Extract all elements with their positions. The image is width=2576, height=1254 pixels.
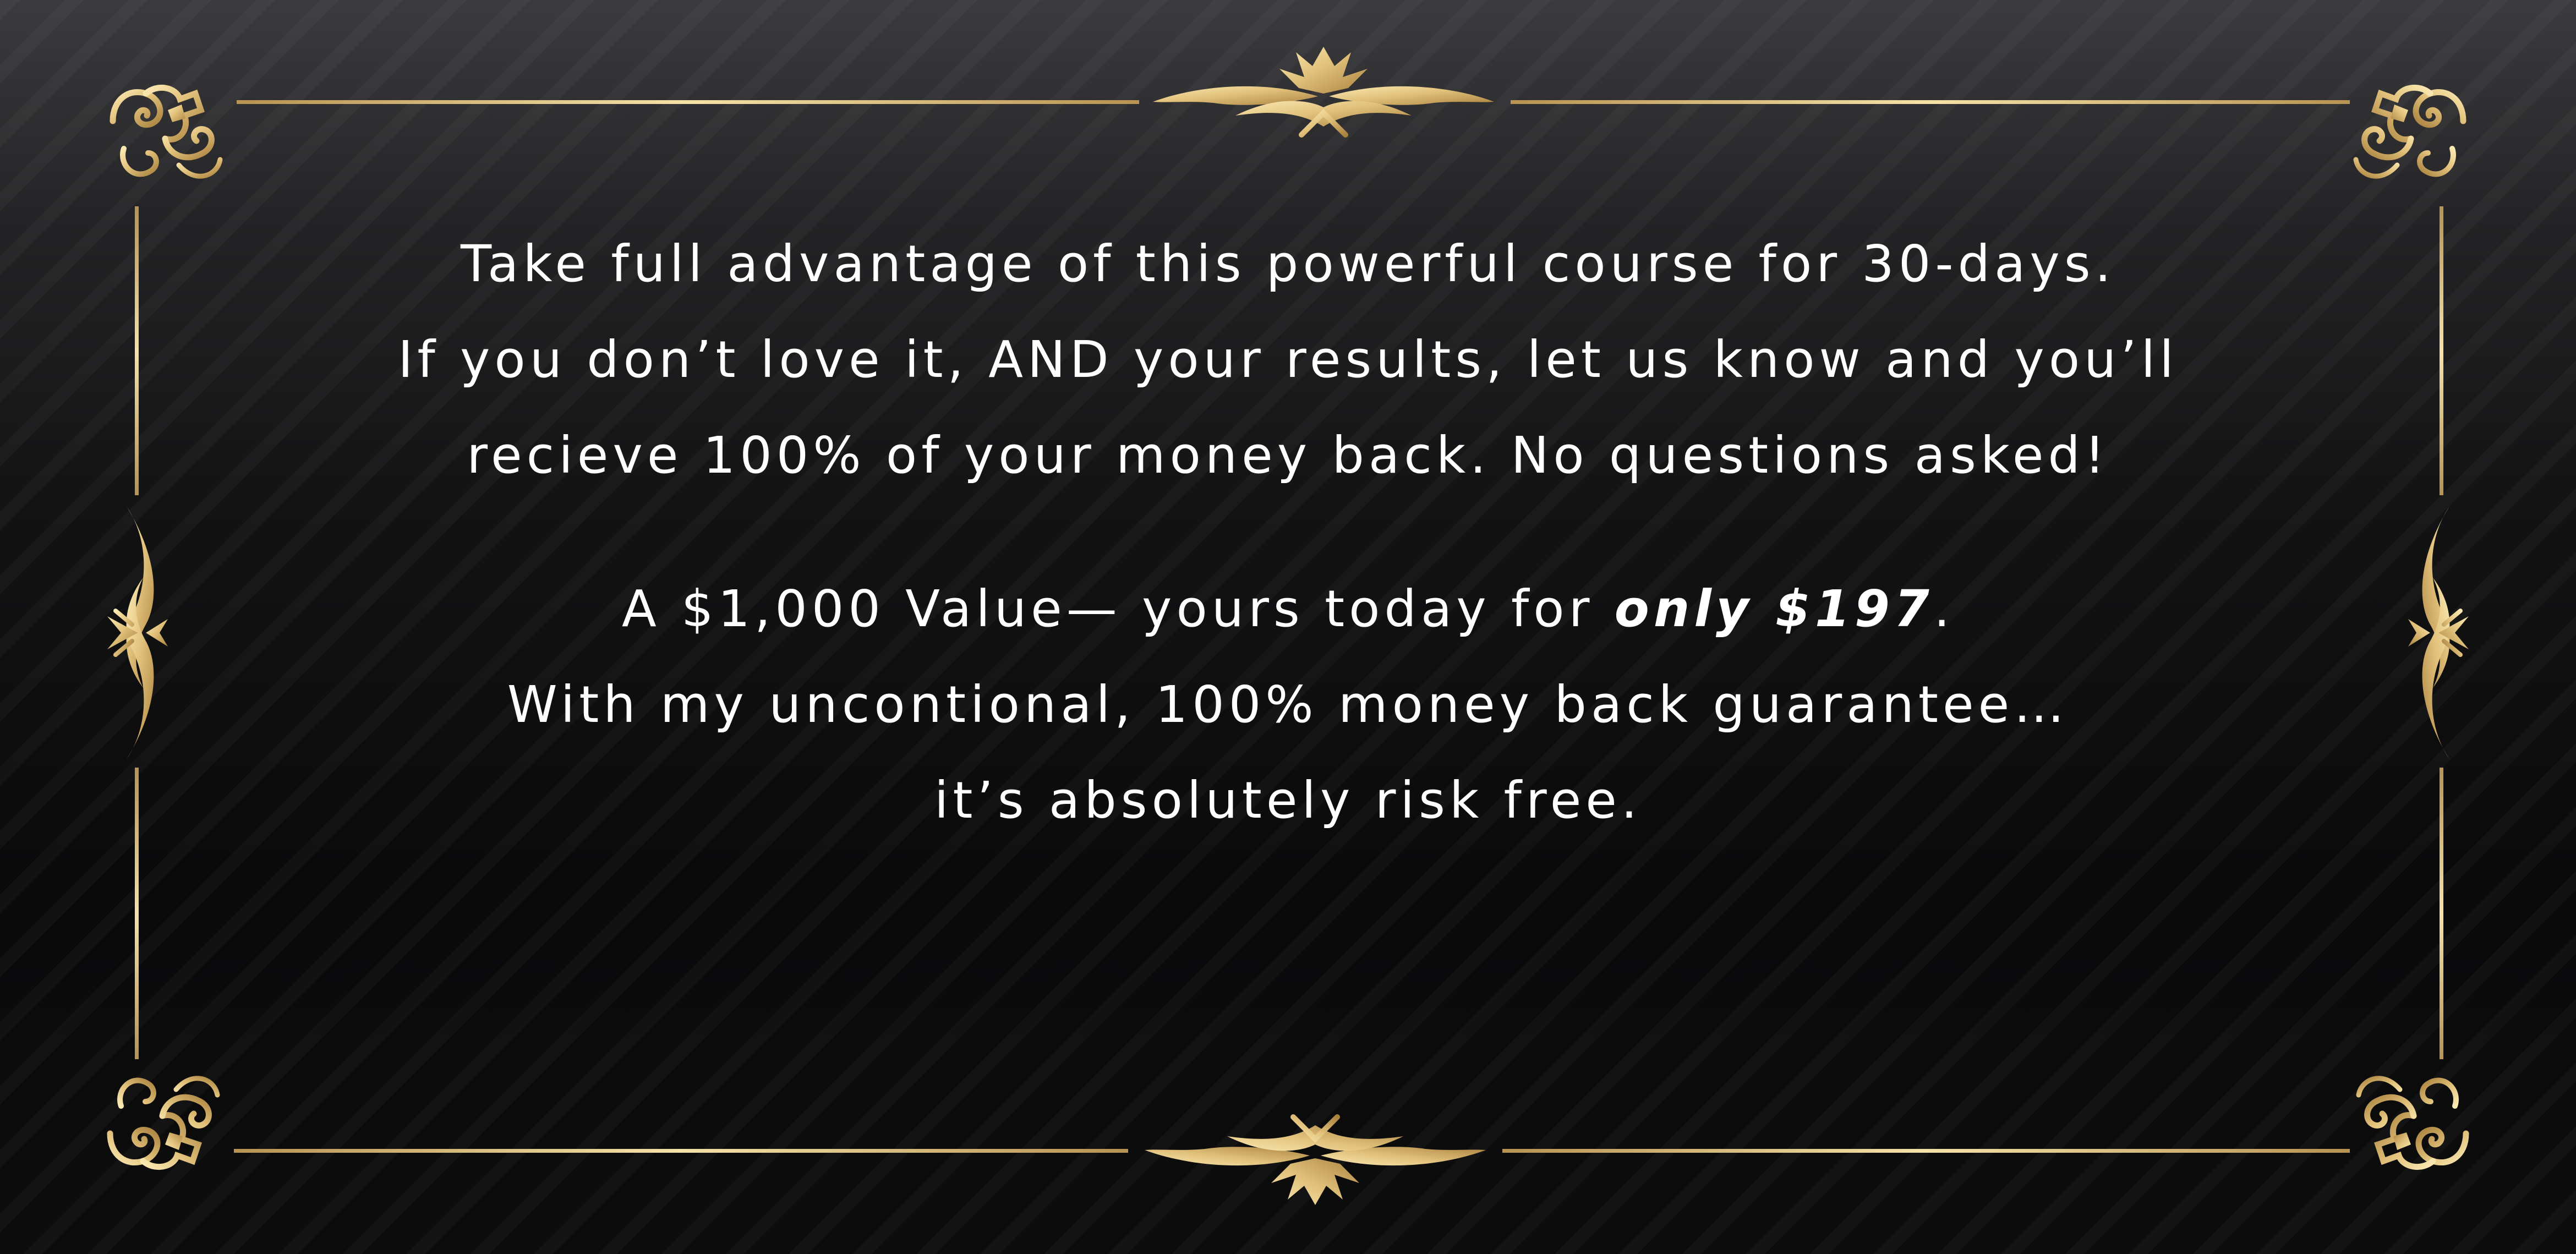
offer-text: A $1,000 Value— yours today for only $19… (0, 561, 2576, 848)
guarantee-line-3: recieve 100% of your money back. No ques… (467, 426, 2109, 485)
bottom-left-rule (234, 1149, 1128, 1153)
offer-price: only $197 (1614, 579, 1934, 638)
corner-flourish-icon (110, 1078, 217, 1167)
corner-flourish-icon (113, 87, 220, 176)
offer-line-1: A $1,000 Value— yours today for only $19… (0, 561, 2576, 657)
corner-flourish-icon (2356, 87, 2463, 176)
guarantee-text: Take full advantage of this powerful cou… (0, 216, 2576, 503)
corner-flourish-icon (2359, 1078, 2466, 1167)
offer-line-2: With my uncontional, 100% money back gua… (507, 675, 2069, 734)
top-left-rule (237, 100, 1139, 104)
center-flourish-icon (1153, 47, 1494, 135)
guarantee-line-1: Take full advantage of this powerful cou… (461, 234, 2115, 293)
center-flourish-icon (1145, 1117, 1486, 1205)
bottom-right-rule (1502, 1149, 2350, 1153)
guarantee-banner: Take full advantage of this powerful cou… (0, 0, 2576, 1254)
guarantee-line-2: If you don’t love it, AND your results, … (398, 330, 2178, 389)
top-right-rule (1511, 100, 2350, 104)
offer-period: . (1933, 579, 1955, 638)
offer-value-text: A $1,000 Value— yours today for (621, 579, 1615, 638)
offer-line-3: it’s absolutely risk free. (934, 771, 1642, 830)
